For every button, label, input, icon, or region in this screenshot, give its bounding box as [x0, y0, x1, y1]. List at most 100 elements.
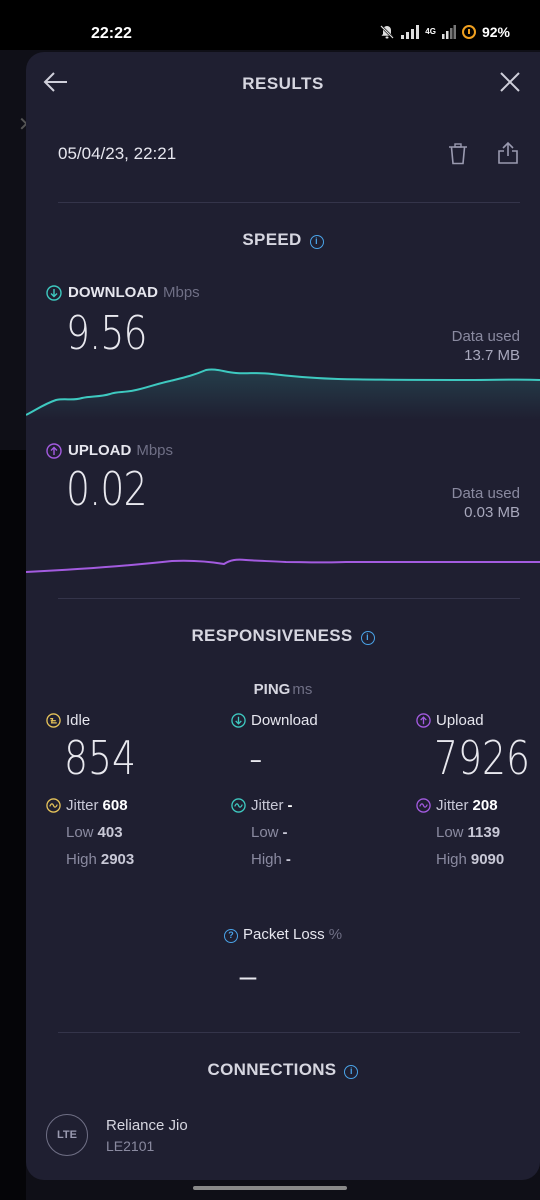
upload-data-used-value: 0.03 MB [464, 504, 520, 521]
jitter-icon [46, 798, 61, 813]
upload-jitter-label: Jitter [436, 797, 469, 814]
packet-loss-label: Packet Loss [242, 926, 325, 943]
status-icons: 4G 92% [379, 24, 510, 40]
download-low: Low - [251, 824, 318, 841]
ping-upload-column: Upload 7926 Jitter 208 Low 1139 High 9090 [416, 712, 540, 868]
packet-loss-value: – [239, 960, 257, 993]
download-ping-header: Download [231, 712, 318, 729]
page-title: RESULTS [242, 74, 324, 93]
download-arrow-icon [46, 284, 62, 301]
info-icon[interactable]: i [360, 631, 375, 645]
download-label: DOWNLOAD [68, 284, 158, 301]
responsiveness-title-text: RESPONSIVENESS [191, 626, 353, 645]
idle-high: High 2903 [66, 851, 152, 868]
share-icon [498, 141, 518, 164]
upload-arrow-icon [46, 442, 62, 459]
connection-item: LTE Reliance Jio LE2101 [46, 1114, 188, 1156]
signal-icon [401, 25, 420, 39]
upload-value: 0.02 [66, 462, 148, 516]
upload-unit: Mbps [136, 442, 174, 459]
upload-data-used: Data used 0.03 MB [452, 485, 520, 521]
idle-jitter: Jitter 608 [46, 797, 152, 814]
upload-low: Low 1139 [436, 824, 540, 841]
download-jitter-label: Jitter [251, 797, 284, 814]
upload-header: UPLOAD Mbps [46, 442, 173, 459]
connection-text: Reliance Jio LE2101 [106, 1117, 188, 1154]
download-header: DOWNLOAD Mbps [46, 284, 200, 301]
connections-title-text: CONNECTIONS [207, 1060, 337, 1079]
ping-unit: ms [292, 681, 313, 698]
signal-2-icon [441, 25, 456, 39]
speed-title-text: SPEED [242, 230, 302, 249]
upload-speed-graph [26, 558, 540, 573]
network-type-label: 4G [425, 27, 436, 36]
ping-download-column: Download - Jitter - Low - High - [231, 712, 318, 868]
upload-low-value: 1139 [467, 824, 501, 841]
upload-data-used-label: Data used [451, 485, 520, 502]
download-low-label: Low [251, 824, 279, 841]
mute-bell-icon [380, 25, 395, 39]
trash-icon [449, 143, 467, 165]
upload-high-label: High [436, 851, 467, 868]
download-jitter: Jitter - [231, 797, 318, 814]
ping-label: PING [253, 681, 291, 698]
idle-high-value: 2903 [100, 851, 135, 868]
battery-percent: 92% [481, 24, 510, 40]
ping-title: PING ms [26, 681, 540, 698]
download-ping-value: - [249, 731, 263, 785]
download-low-value: - [282, 824, 288, 841]
divider [58, 1032, 520, 1033]
status-bar: 22:22 4G 92% [0, 0, 540, 50]
upload-jitter-value: 208 [472, 797, 498, 814]
download-jitter-value: - [287, 797, 293, 814]
speed-section-title: SPEED i [26, 230, 540, 250]
upload-label: UPLOAD [68, 442, 132, 459]
status-time: 22:22 [91, 25, 132, 42]
responsiveness-section-title: RESPONSIVENESS i [26, 626, 540, 646]
divider [58, 202, 520, 203]
download-high: High - [251, 851, 318, 868]
upload-high: High 9090 [436, 851, 540, 868]
idle-label: Idle [66, 712, 91, 729]
packet-loss-header: ? Packet Loss% [26, 926, 540, 943]
upload-arrow-icon [416, 713, 431, 728]
idle-ping-value: 854 [64, 731, 137, 785]
device-model: LE2101 [106, 1137, 155, 1154]
idle-jitter-value: 608 [102, 797, 128, 814]
idle-low: Low 403 [66, 824, 152, 841]
idle-low-label: Low [66, 824, 94, 841]
battery-saver-icon [461, 25, 476, 39]
home-indicator[interactable] [193, 1186, 347, 1190]
upload-graph-line [26, 558, 540, 573]
upload-ping-header: Upload [416, 712, 540, 729]
download-value: 9.56 [66, 306, 148, 360]
jitter-icon [416, 798, 431, 813]
upload-high-value: 9090 [470, 851, 505, 868]
upload-jitter: Jitter 208 [416, 797, 540, 814]
download-high-value: - [285, 851, 291, 868]
download-unit: Mbps [163, 284, 200, 301]
delete-button[interactable] [444, 140, 472, 168]
info-icon[interactable]: i [309, 235, 324, 249]
idle-low-value: 403 [97, 824, 123, 841]
divider [58, 598, 520, 599]
upload-low-label: Low [436, 824, 464, 841]
download-arrow-icon [231, 713, 246, 728]
packet-loss-unit: % [328, 926, 343, 943]
close-button[interactable] [494, 66, 526, 98]
provider-name: Reliance Jio [106, 1116, 188, 1134]
idle-high-label: High [66, 851, 97, 868]
download-high-label: High [251, 851, 282, 868]
ping-idle-column: Idle 854 Jitter 608 Low 403 High 2903 [46, 712, 152, 868]
connections-section-title: CONNECTIONS i [26, 1060, 540, 1080]
download-data-used-label: Data used [451, 328, 520, 345]
upload-ping-label: Upload [436, 712, 484, 729]
idle-jitter-label: Jitter [66, 797, 99, 814]
download-ping-label: Download [251, 712, 318, 729]
lte-icon: LTE [46, 1114, 88, 1156]
share-button[interactable] [494, 138, 522, 168]
help-icon[interactable]: ? [223, 929, 238, 943]
info-icon[interactable]: i [344, 1065, 359, 1079]
jitter-icon [231, 798, 246, 813]
backdrop-strip [0, 450, 26, 1200]
